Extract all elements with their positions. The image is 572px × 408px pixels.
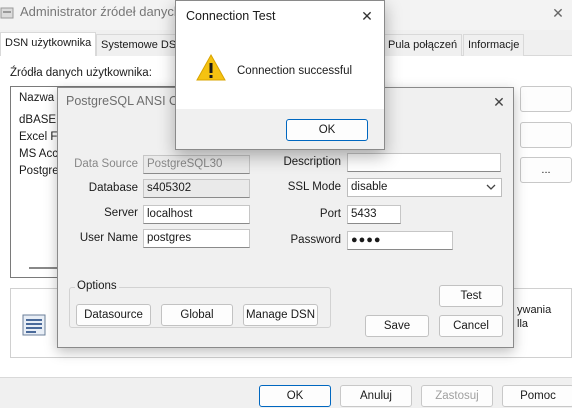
add-button[interactable] (520, 86, 572, 112)
description-field[interactable] (347, 153, 501, 172)
ok-button[interactable]: OK (259, 385, 331, 407)
user-sources-label: Źródła danych użytkownika: (10, 67, 152, 79)
configure-button[interactable]: ... (520, 157, 572, 183)
global-button[interactable]: Global (161, 304, 233, 326)
connection-test-footer: OK (176, 109, 384, 149)
info-text-line: lla (517, 318, 529, 330)
admin-window-title: Administrator źródeł danych (20, 4, 182, 19)
password-field[interactable]: ●●●● (347, 231, 453, 250)
database-field[interactable]: s405302 (143, 179, 250, 198)
tab-user-dsn[interactable]: DSN użytkownika (0, 32, 97, 56)
username-field[interactable]: postgres (143, 229, 250, 248)
save-button[interactable]: Save (365, 315, 429, 337)
database-label: Database (88, 182, 138, 194)
options-group: Options Datasource Global Manage DSN (69, 280, 331, 328)
connection-test-close-button[interactable]: ✕ (357, 6, 377, 26)
connection-test-ok-button[interactable]: OK (286, 119, 368, 141)
sslmode-value: disable (351, 181, 388, 193)
connection-test-title: Connection Test (186, 9, 276, 23)
options-label: Options (75, 280, 119, 292)
connection-test-dialog: Connection Test ✕ Connection successful … (175, 0, 385, 150)
tab-connection-pool[interactable]: Pula połączeń (383, 34, 463, 56)
pg-cancel-button[interactable]: Cancel (439, 315, 503, 337)
username-label: User Name (79, 232, 138, 244)
admin-close-button[interactable]: ✕ (548, 4, 568, 22)
odbc-app-icon (0, 7, 14, 19)
help-button[interactable]: Pomoc (502, 385, 572, 407)
connection-test-message: Connection successful (237, 65, 353, 77)
sslmode-label: SSL Mode (287, 181, 341, 193)
manage-dsn-button[interactable]: Manage DSN (243, 304, 318, 326)
warning-icon (196, 53, 226, 81)
cancel-button[interactable]: Anuluj (340, 385, 412, 407)
server-label: Server (104, 207, 138, 219)
port-label: Port (319, 208, 341, 220)
tab-information[interactable]: Informacje (463, 34, 525, 56)
remove-button[interactable] (520, 122, 572, 148)
chevron-down-icon (486, 184, 496, 190)
datasource-button[interactable]: Datasource (76, 304, 151, 326)
info-text-line: ywania (517, 304, 552, 316)
test-button[interactable]: Test (439, 285, 503, 307)
odbc-info-icon (22, 314, 46, 336)
description-label: Description (283, 156, 341, 168)
data-source-label: Data Source (74, 158, 138, 170)
port-field[interactable]: 5433 (347, 205, 401, 224)
info-text: ywania lla (517, 303, 551, 331)
password-label: Password (290, 234, 342, 246)
list-header-name[interactable]: Nazwa (19, 92, 54, 104)
apply-button[interactable]: Zastosuj (421, 385, 493, 407)
sslmode-select[interactable]: disable (347, 178, 502, 197)
data-source-field: PostgreSQL30 (143, 155, 250, 174)
pg-close-button[interactable]: ✕ (490, 93, 508, 111)
server-field[interactable]: localhost (143, 205, 250, 224)
